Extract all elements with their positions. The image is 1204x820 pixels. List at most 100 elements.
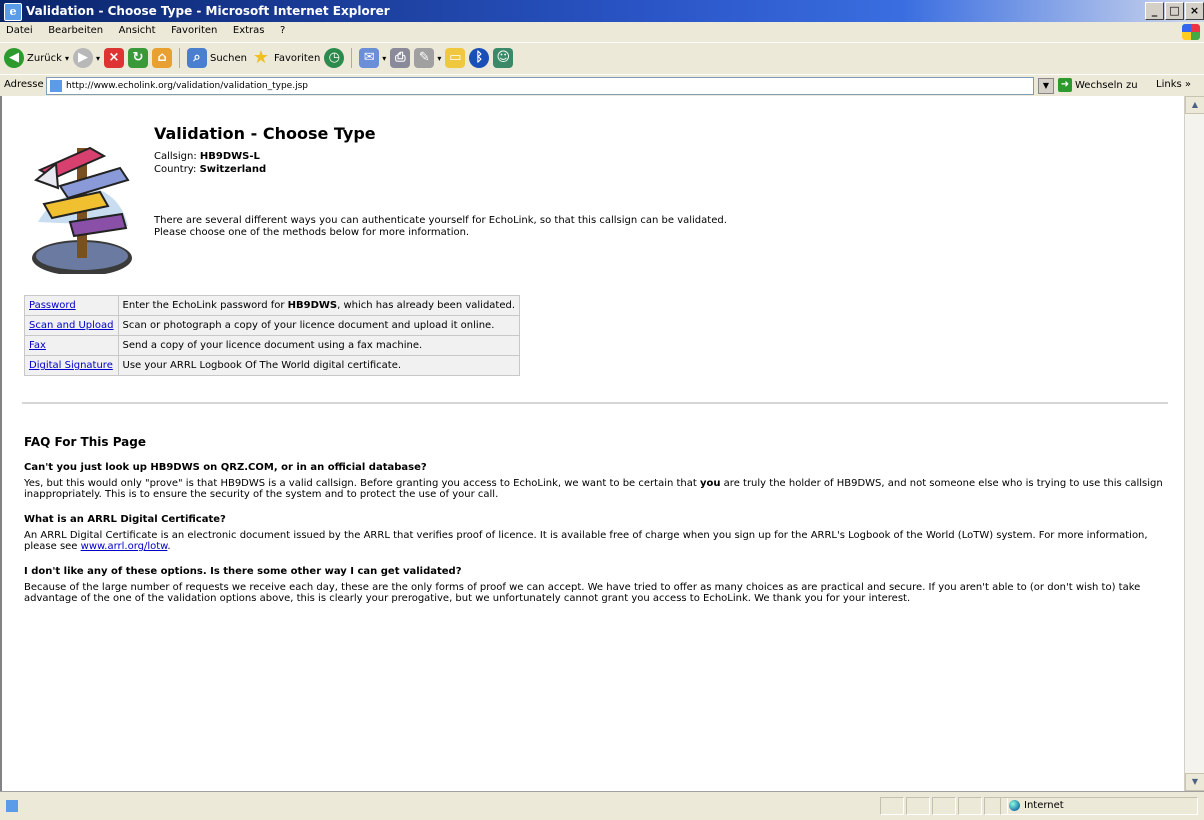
edit-icon: ✎ [414, 48, 435, 68]
window-title: Validation - Choose Type - Microsoft Int… [26, 4, 390, 18]
search-label: Suchen [209, 52, 247, 64]
faq-answer-1: Yes, but this would only "prove" is that… [24, 478, 1163, 500]
intro-line-2: Please choose one of the methods below f… [154, 227, 470, 238]
menu-file[interactable]: Datei [0, 22, 39, 39]
scroll-up-icon[interactable]: ▲ [1185, 96, 1204, 114]
callsign-row: Callsign: HB9DWS-L [154, 151, 260, 162]
address-url: http://www.echolink.org/validation/valid… [66, 81, 308, 91]
validation-methods-table: Password Enter the EchoLink password for… [24, 295, 521, 376]
favorites-label: Favoriten [273, 52, 321, 64]
faq-answer-3: Because of the large number of requests … [24, 582, 1141, 604]
refresh-icon[interactable]: ↻ [127, 48, 148, 68]
country-label: Country: [154, 164, 197, 175]
status-bar: Internet [0, 791, 1204, 820]
window-controls: _ □ × [1145, 2, 1204, 20]
callsign-value: HB9DWS-L [199, 151, 260, 162]
page-status-icon [6, 800, 18, 812]
digital-signature-description: Use your ARRL Logbook Of The World digit… [117, 355, 521, 376]
minimize-button[interactable]: _ [1145, 2, 1164, 20]
table-row: Scan and Upload Scan or photograph a cop… [24, 315, 521, 336]
edit-dropdown-icon: ▾ [437, 53, 442, 63]
divider [22, 402, 1168, 404]
password-description: Enter the EchoLink password for HB9DWS, … [117, 295, 521, 316]
go-arrow-icon: ➜ [1058, 78, 1072, 92]
mail-dropdown-icon: ▾ [382, 53, 387, 63]
address-input[interactable]: http://www.echolink.org/validation/valid… [46, 77, 1034, 95]
windows-logo-icon [1182, 24, 1200, 40]
faq-title: FAQ For This Page [24, 435, 146, 449]
table-row: Fax Send a copy of your licence document… [24, 335, 521, 356]
star-icon: ★ [252, 47, 270, 68]
bluetooth-icon[interactable]: ᛒ [469, 48, 490, 68]
go-button[interactable]: ➜ Wechseln zu [1058, 78, 1138, 92]
table-row: Password Enter the EchoLink password for… [24, 295, 521, 316]
page-title: Validation - Choose Type [154, 124, 376, 143]
menu-view[interactable]: Ansicht [113, 22, 162, 39]
faq-question-2: What is an ARRL Digital Certificate? [24, 514, 226, 525]
stop-icon[interactable]: × [103, 48, 124, 68]
search-icon: ⌕ [186, 48, 207, 68]
maximize-button[interactable]: □ [1165, 2, 1184, 20]
status-pane [958, 797, 982, 815]
forward-dropdown-icon: ▾ [95, 53, 100, 63]
vertical-scrollbar[interactable]: ▲ ▼ [1184, 96, 1204, 791]
menu-edit[interactable]: Bearbeiten [42, 22, 109, 39]
status-panes [880, 797, 1008, 815]
faq-question-3: I don't like any of these options. Is th… [24, 566, 462, 577]
standard-toolbar: ◀ Zurück ▾ ▶ ▾ × ↻ ⌂ ⌕ Suchen ★ Favorite… [0, 43, 1204, 73]
menu-tools[interactable]: Extras [227, 22, 271, 39]
back-label: Zurück [27, 52, 62, 64]
zone-label: Internet [1024, 800, 1064, 811]
menu-bar: Datei Bearbeiten Ansicht Favoriten Extra… [0, 22, 1204, 43]
security-zone: Internet [1000, 797, 1198, 815]
digital-signature-link[interactable]: Digital Signature [29, 360, 113, 371]
menu-help[interactable]: ? [274, 22, 291, 39]
links-label: Links [1156, 79, 1182, 90]
fax-description: Send a copy of your licence document usi… [117, 335, 521, 356]
address-dropdown-icon[interactable]: ▼ [1038, 78, 1054, 94]
scan-description: Scan or photograph a copy of your licenc… [117, 315, 521, 336]
password-link[interactable]: Password [29, 300, 76, 311]
callsign-label: Callsign: [154, 151, 197, 162]
lotw-link[interactable]: www.arrl.org/lotw [81, 541, 168, 552]
forward-button[interactable]: ▶ ▾ [72, 48, 100, 68]
fax-link[interactable]: Fax [29, 340, 46, 351]
window-title-bar[interactable]: e Validation - Choose Type - Microsoft I… [0, 0, 1204, 22]
folder-icon[interactable]: ▭ [445, 48, 466, 68]
address-bar: Adresse http://www.echolink.org/validati… [0, 74, 1204, 98]
intro-line-1: There are several different ways you can… [154, 215, 727, 226]
favorites-button[interactable]: ★ Favoriten [251, 48, 320, 68]
address-label: Adresse [4, 79, 44, 90]
back-arrow-icon: ◀ [4, 48, 24, 68]
home-icon[interactable]: ⌂ [151, 48, 172, 68]
messenger-icon[interactable]: ☺ [493, 48, 514, 68]
forward-arrow-icon: ▶ [72, 48, 93, 68]
edit-button[interactable]: ✎ ▾ [414, 48, 441, 68]
globe-icon [1009, 799, 1020, 811]
intro-text: There are several different ways you can… [154, 215, 727, 239]
page-content: Validation - Choose Type Callsign: HB9DW… [0, 96, 1184, 791]
go-label: Wechseln zu [1075, 79, 1138, 91]
print-icon[interactable]: ⎙ [390, 48, 411, 68]
mail-button[interactable]: ✉ ▾ [359, 48, 386, 68]
table-row: Digital Signature Use your ARRL Logbook … [24, 355, 521, 376]
back-button[interactable]: ◀ Zurück ▾ [4, 48, 69, 68]
scan-and-upload-link[interactable]: Scan and Upload [29, 320, 114, 331]
status-pane [932, 797, 956, 815]
faq-answer-2: An ARRL Digital Certificate is an electr… [24, 530, 1148, 552]
page-icon [50, 80, 62, 92]
echolink-signpost-logo [32, 146, 132, 274]
links-button[interactable]: Links » [1156, 79, 1191, 90]
status-pane [880, 797, 904, 815]
back-dropdown-icon: ▾ [64, 53, 69, 63]
toolbar-separator [178, 48, 180, 68]
close-button[interactable]: × [1185, 2, 1204, 20]
search-button[interactable]: ⌕ Suchen [186, 48, 247, 68]
history-icon[interactable]: ◷ [324, 48, 345, 68]
country-value: Switzerland [199, 164, 267, 175]
scroll-down-icon[interactable]: ▼ [1185, 773, 1204, 791]
ie-logo-icon: e [4, 3, 22, 21]
faq-question-1: Can't you just look up HB9DWS on QRZ.COM… [24, 462, 427, 473]
menu-favorites[interactable]: Favoriten [165, 22, 223, 39]
country-row: Country: Switzerland [154, 164, 266, 175]
